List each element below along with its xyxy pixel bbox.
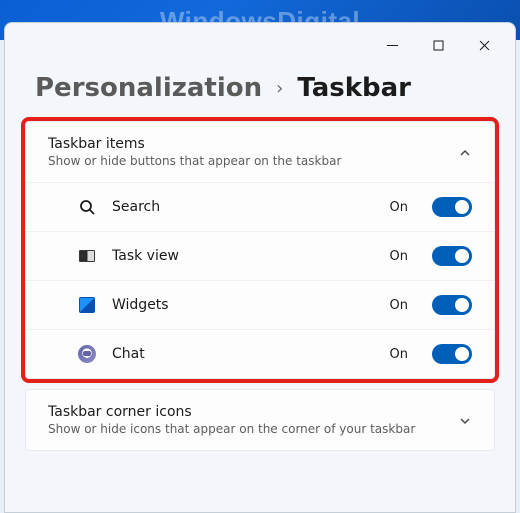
minimize-button[interactable] xyxy=(369,29,415,61)
chevron-down-icon xyxy=(458,413,472,427)
widgets-icon xyxy=(78,296,96,314)
section-title: Taskbar items xyxy=(48,136,458,152)
toggle-state-text: On xyxy=(390,249,408,264)
taskbar-corner-icons-header[interactable]: Taskbar corner icons Show or hide icons … xyxy=(26,390,494,450)
row-chat: Chat On xyxy=(26,329,494,378)
task-view-toggle[interactable] xyxy=(432,246,472,266)
chevron-up-icon xyxy=(458,145,472,159)
toggle-state-text: On xyxy=(390,347,408,362)
section-title: Taskbar corner icons xyxy=(48,404,458,420)
row-task-view: Task view On xyxy=(26,231,494,280)
breadcrumb-current: Taskbar xyxy=(297,73,411,103)
settings-window: Personalization › Taskbar Taskbar items … xyxy=(4,22,516,513)
section-subtitle: Show or hide icons that appear on the co… xyxy=(48,422,458,436)
chevron-right-icon: › xyxy=(276,78,283,99)
row-label: Task view xyxy=(112,248,374,264)
close-button[interactable] xyxy=(461,29,507,61)
row-label: Search xyxy=(112,199,374,215)
chat-toggle[interactable] xyxy=(432,344,472,364)
toggle-state-text: On xyxy=(390,200,408,215)
row-widgets: Widgets On xyxy=(26,280,494,329)
chat-icon xyxy=(78,345,96,363)
toggle-state-text: On xyxy=(390,298,408,313)
task-view-icon xyxy=(78,247,96,265)
window-titlebar xyxy=(5,23,515,67)
breadcrumb: Personalization › Taskbar xyxy=(5,67,515,121)
section-subtitle: Show or hide buttons that appear on the … xyxy=(48,154,458,168)
search-toggle[interactable] xyxy=(432,197,472,217)
row-label: Chat xyxy=(112,346,374,362)
row-search: Search On xyxy=(26,182,494,231)
breadcrumb-parent[interactable]: Personalization xyxy=(35,73,262,103)
taskbar-items-section: Taskbar items Show or hide buttons that … xyxy=(25,121,495,379)
row-label: Widgets xyxy=(112,297,374,313)
maximize-button[interactable] xyxy=(415,29,461,61)
widgets-toggle[interactable] xyxy=(432,295,472,315)
taskbar-corner-icons-section: Taskbar corner icons Show or hide icons … xyxy=(25,389,495,451)
search-icon xyxy=(78,198,96,216)
taskbar-items-header[interactable]: Taskbar items Show or hide buttons that … xyxy=(26,122,494,182)
